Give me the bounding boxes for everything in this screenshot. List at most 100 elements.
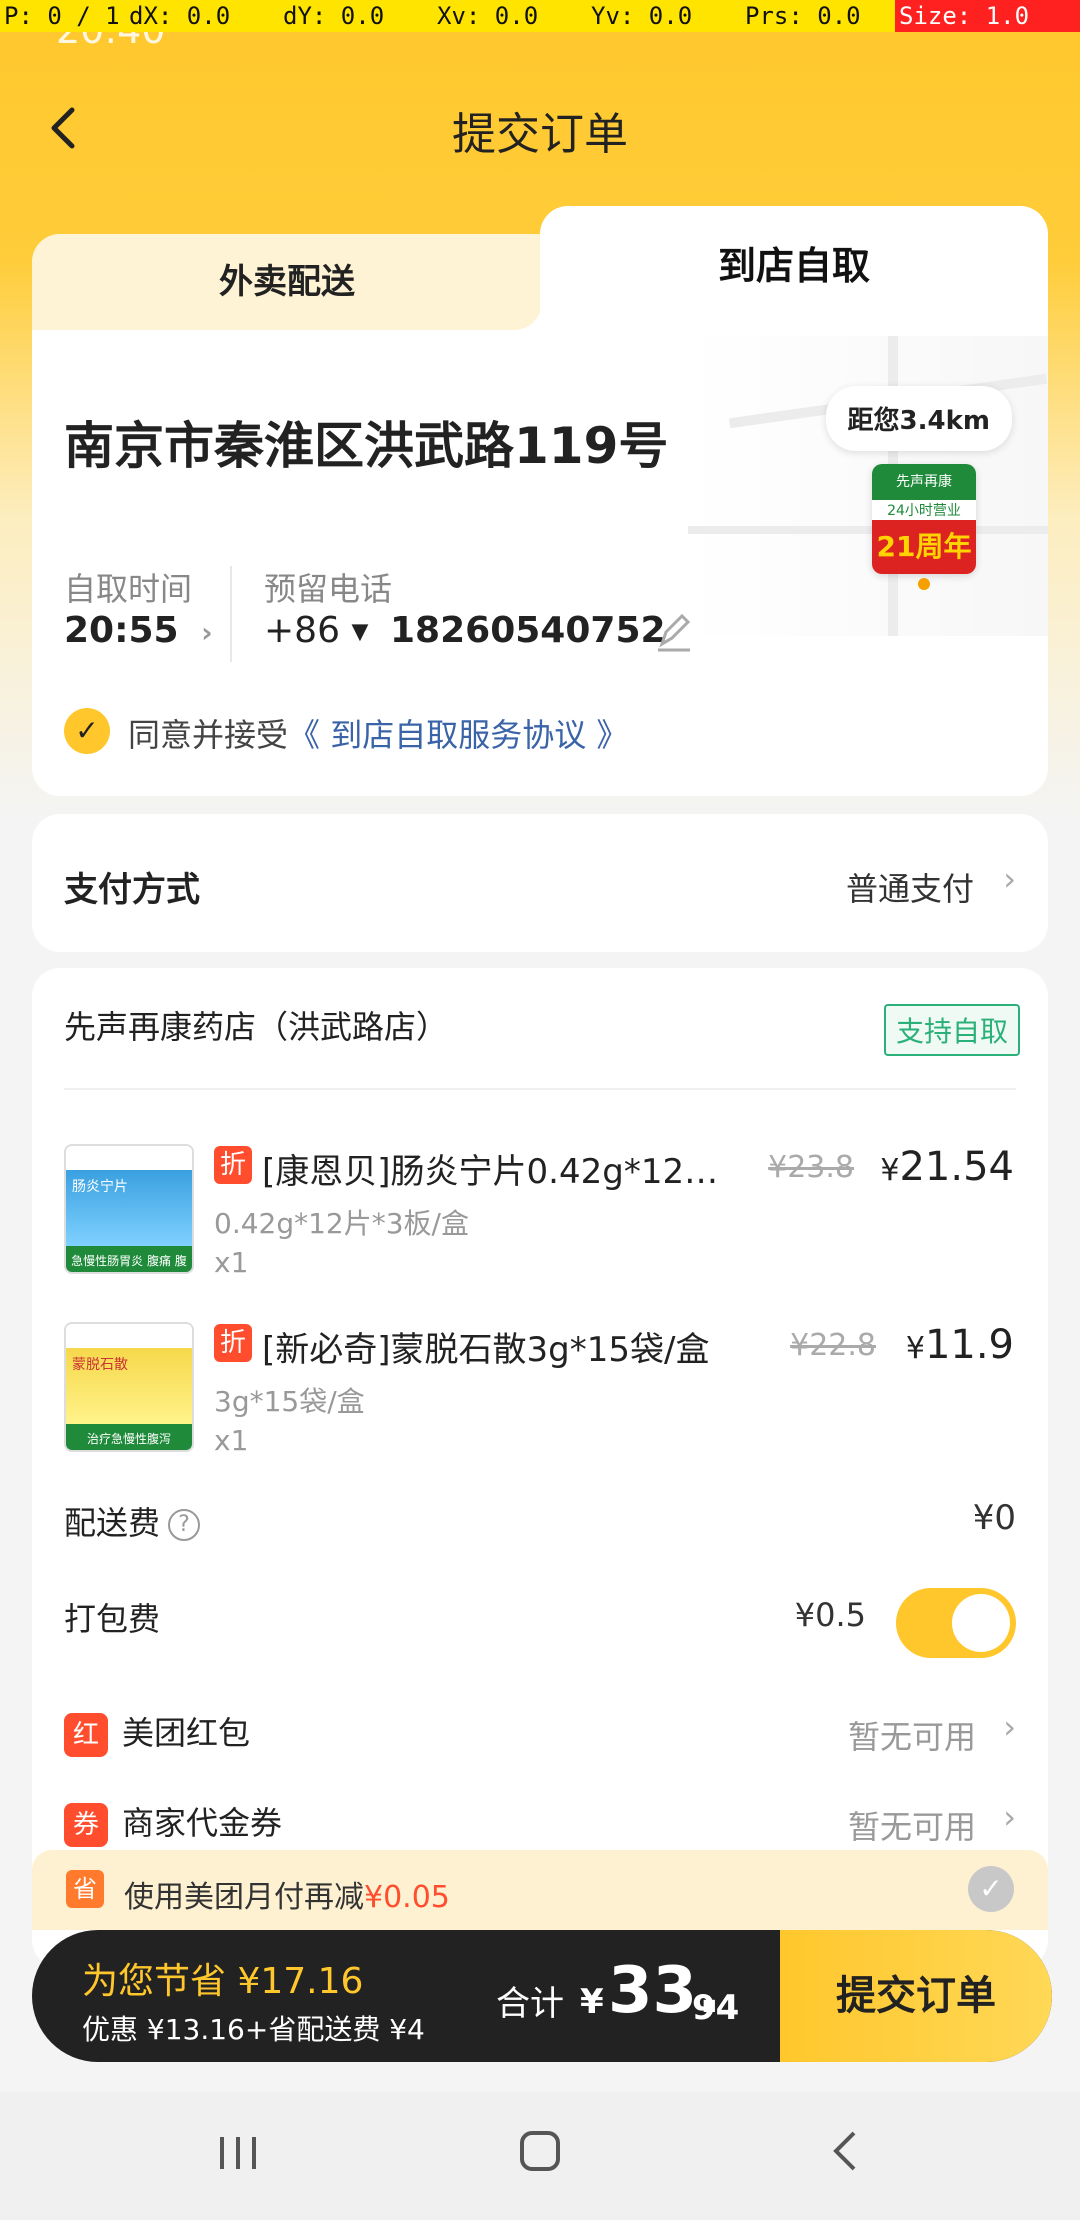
monthly-pay-promo[interactable]: 省 使用美团月付再减¥0.05 ✓ bbox=[32, 1850, 1048, 1930]
store-map[interactable] bbox=[688, 336, 1048, 636]
thumb-brand-mark bbox=[66, 1146, 192, 1170]
edit-phone-button[interactable] bbox=[654, 610, 694, 654]
packing-fee-row: 打包费 ¥0.5 bbox=[64, 1588, 1016, 1658]
promo-checkbox[interactable]: ✓ bbox=[968, 1866, 1014, 1912]
order-item[interactable]: 肠炎宁片 急慢性肠胃炎 腹痛 腹泻 折 [康恩贝]肠炎宁片0.42g*12片..… bbox=[64, 1144, 1014, 1284]
voucher-icon: 券 bbox=[64, 1803, 108, 1847]
checkout-bar: 为您节省 ¥17.16 优惠 ¥13.16+省配送费 ¥4 合计 ¥ 33. 9… bbox=[32, 1930, 1052, 2062]
chevron-right-icon: › bbox=[201, 616, 213, 649]
total-currency: ¥ bbox=[580, 1982, 604, 2022]
pickup-time-label: 自取时间 bbox=[64, 570, 193, 608]
save-icon: 省 bbox=[66, 1870, 104, 1908]
thumb-label: 蒙脱石散 bbox=[66, 1348, 192, 1424]
payment-method-label: 支付方式 bbox=[64, 870, 200, 910]
delivery-fee-value: ¥0 bbox=[972, 1498, 1016, 1538]
debug-xv: Xv: 0.0 bbox=[437, 2, 539, 30]
debug-size: Size: 1.0 bbox=[895, 0, 1080, 32]
pickup-supported-tag: 支持自取 bbox=[883, 1004, 1020, 1056]
help-icon[interactable]: ? bbox=[168, 1509, 201, 1541]
voucher-text: 商家代金券 bbox=[122, 1804, 283, 1842]
voucher-value: 暂无可用 bbox=[847, 1808, 976, 1846]
caret-down-icon: ▼ bbox=[351, 619, 369, 645]
red-packet-row[interactable]: 红美团红包 暂无可用 › bbox=[64, 1708, 1016, 1768]
agreement-text: 同意并接受《 到店自取服务协议 》 bbox=[128, 710, 628, 756]
promo-amount: ¥0.05 bbox=[364, 1880, 450, 1915]
product-name: [康恩贝]肠炎宁片0.42g*12片... bbox=[262, 1152, 732, 1192]
packing-fee-toggle[interactable] bbox=[896, 1588, 1016, 1658]
original-price: ¥22.8 bbox=[790, 1328, 876, 1363]
store-name: 先声再康药店（洪武路店） bbox=[64, 1008, 449, 1046]
debug-pointer: P: 0 / 1 bbox=[4, 2, 120, 30]
discount-badge: 折 bbox=[214, 1146, 252, 1184]
voucher-row[interactable]: 券商家代金券 暂无可用 › bbox=[64, 1798, 1016, 1858]
distance-bubble: 距您3.4km bbox=[825, 386, 1012, 451]
currency-symbol: ¥ bbox=[880, 1153, 900, 1188]
page-title: 提交订单 bbox=[452, 109, 628, 160]
savings-title: 为您节省 ¥17.16 bbox=[82, 1961, 364, 2002]
payment-method-value: 普通支付 bbox=[845, 870, 974, 908]
product-quantity: x1 bbox=[214, 1246, 249, 1279]
store-address: 南京市秦淮区洪武路119号 bbox=[64, 417, 669, 475]
savings-detail: 优惠 ¥13.16+省配送费 ¥4 bbox=[82, 2013, 425, 2046]
red-packet-icon: 红 bbox=[64, 1713, 108, 1757]
thumb-brand-mark bbox=[66, 1324, 192, 1348]
pickup-time-text: 20:55 bbox=[64, 610, 179, 651]
tab-pickup[interactable]: 到店自取 bbox=[540, 206, 1048, 336]
pickup-time-value[interactable]: 20:55 › bbox=[64, 610, 213, 651]
voucher-label: 券商家代金券 bbox=[64, 1798, 282, 1847]
back-nav-button[interactable] bbox=[806, 2122, 886, 2192]
submit-order-button[interactable]: 提交订单 bbox=[780, 1930, 1052, 2062]
recent-apps-button[interactable] bbox=[198, 2122, 278, 2192]
phone-number[interactable]: 18260540752 bbox=[390, 610, 666, 651]
debug-dy: dY: 0.0 bbox=[283, 2, 385, 30]
debug-yv: Yv: 0.0 bbox=[591, 2, 693, 30]
check-icon: ✓ bbox=[979, 1872, 1003, 1905]
home-button[interactable] bbox=[500, 2122, 580, 2192]
pencil-icon bbox=[658, 613, 691, 652]
agreement-prefix: 同意并接受 bbox=[128, 716, 289, 754]
agreement-link[interactable]: 《 到店自取服务协议 》 bbox=[288, 716, 628, 754]
order-card: 先声再康药店（洪武路店） 支持自取 肠炎宁片 急慢性肠胃炎 腹痛 腹泻 折 [康… bbox=[32, 968, 1048, 1968]
chevron-right-icon: › bbox=[1003, 1708, 1016, 1746]
product-quantity: x1 bbox=[214, 1424, 249, 1457]
home-icon bbox=[520, 2131, 560, 2171]
packing-fee-label: 打包费 bbox=[64, 1600, 161, 1638]
discount-badge: 折 bbox=[214, 1324, 252, 1362]
back-icon bbox=[833, 2131, 856, 2171]
product-spec: 3g*15袋/盒 bbox=[214, 1385, 365, 1418]
map-location-dot bbox=[918, 578, 930, 590]
price-value: 11.9 bbox=[924, 1322, 1014, 1368]
product-name: [新必奇]蒙脱石散3g*15袋/盒 bbox=[262, 1330, 710, 1370]
tab-delivery[interactable]: 外卖配送 bbox=[32, 234, 542, 330]
promo-text: 使用美团月付再减¥0.05 bbox=[124, 1872, 450, 1916]
payment-method-row[interactable]: 支付方式 普通支付 › bbox=[32, 814, 1048, 952]
chevron-right-icon: › bbox=[1003, 860, 1016, 898]
order-item[interactable]: 蒙脱石散 治疗急慢性腹泻 折 [新必奇]蒙脱石散3g*15袋/盒 3g*15袋/… bbox=[64, 1322, 1014, 1462]
app-header: 提交订单 bbox=[0, 80, 1080, 176]
system-nav-bar bbox=[0, 2092, 1080, 2220]
check-icon: ✓ bbox=[75, 714, 99, 747]
total-decimal: 94 bbox=[692, 1988, 740, 2028]
product-spec: 0.42g*12片*3板/盒 bbox=[214, 1207, 469, 1240]
store-map-pin[interactable]: 先声再康 24小时营业 21周年 bbox=[872, 464, 976, 574]
product-thumbnail: 蒙脱石散 治疗急慢性腹泻 bbox=[64, 1322, 194, 1452]
country-code: +86 bbox=[264, 610, 340, 651]
toggle-knob bbox=[952, 1594, 1010, 1652]
chevron-right-icon: › bbox=[1003, 1798, 1016, 1836]
current-price: ¥11.9 bbox=[906, 1322, 1014, 1368]
phone-label: 预留电话 bbox=[264, 570, 393, 608]
total-label: 合计 bbox=[496, 1984, 564, 2024]
packing-fee-value: ¥0.5 bbox=[794, 1596, 866, 1634]
pickup-card: 外卖配送 到店自取 距您3.4km 先声再康 24小时营业 21周年 南京市秦淮… bbox=[32, 206, 1048, 796]
red-packet-value: 暂无可用 bbox=[847, 1718, 976, 1756]
promo-label: 使用美团月付再减 bbox=[124, 1880, 364, 1915]
country-code-select[interactable]: +86 ▼ bbox=[264, 610, 368, 651]
thumb-label: 肠炎宁片 bbox=[66, 1170, 192, 1246]
currency-symbol: ¥ bbox=[905, 1331, 925, 1366]
store-sign-anniversary: 21周年 bbox=[872, 520, 976, 574]
agree-checkbox[interactable]: ✓ bbox=[64, 708, 110, 754]
recent-apps-icon bbox=[220, 2137, 256, 2169]
store-sign-hours: 24小时营业 bbox=[887, 503, 961, 519]
map-road bbox=[688, 526, 1048, 534]
debug-overlay-bar: P: 0 / 1 dX: 0.0 dY: 0.0 Xv: 0.0 Yv: 0.0… bbox=[0, 0, 1080, 32]
